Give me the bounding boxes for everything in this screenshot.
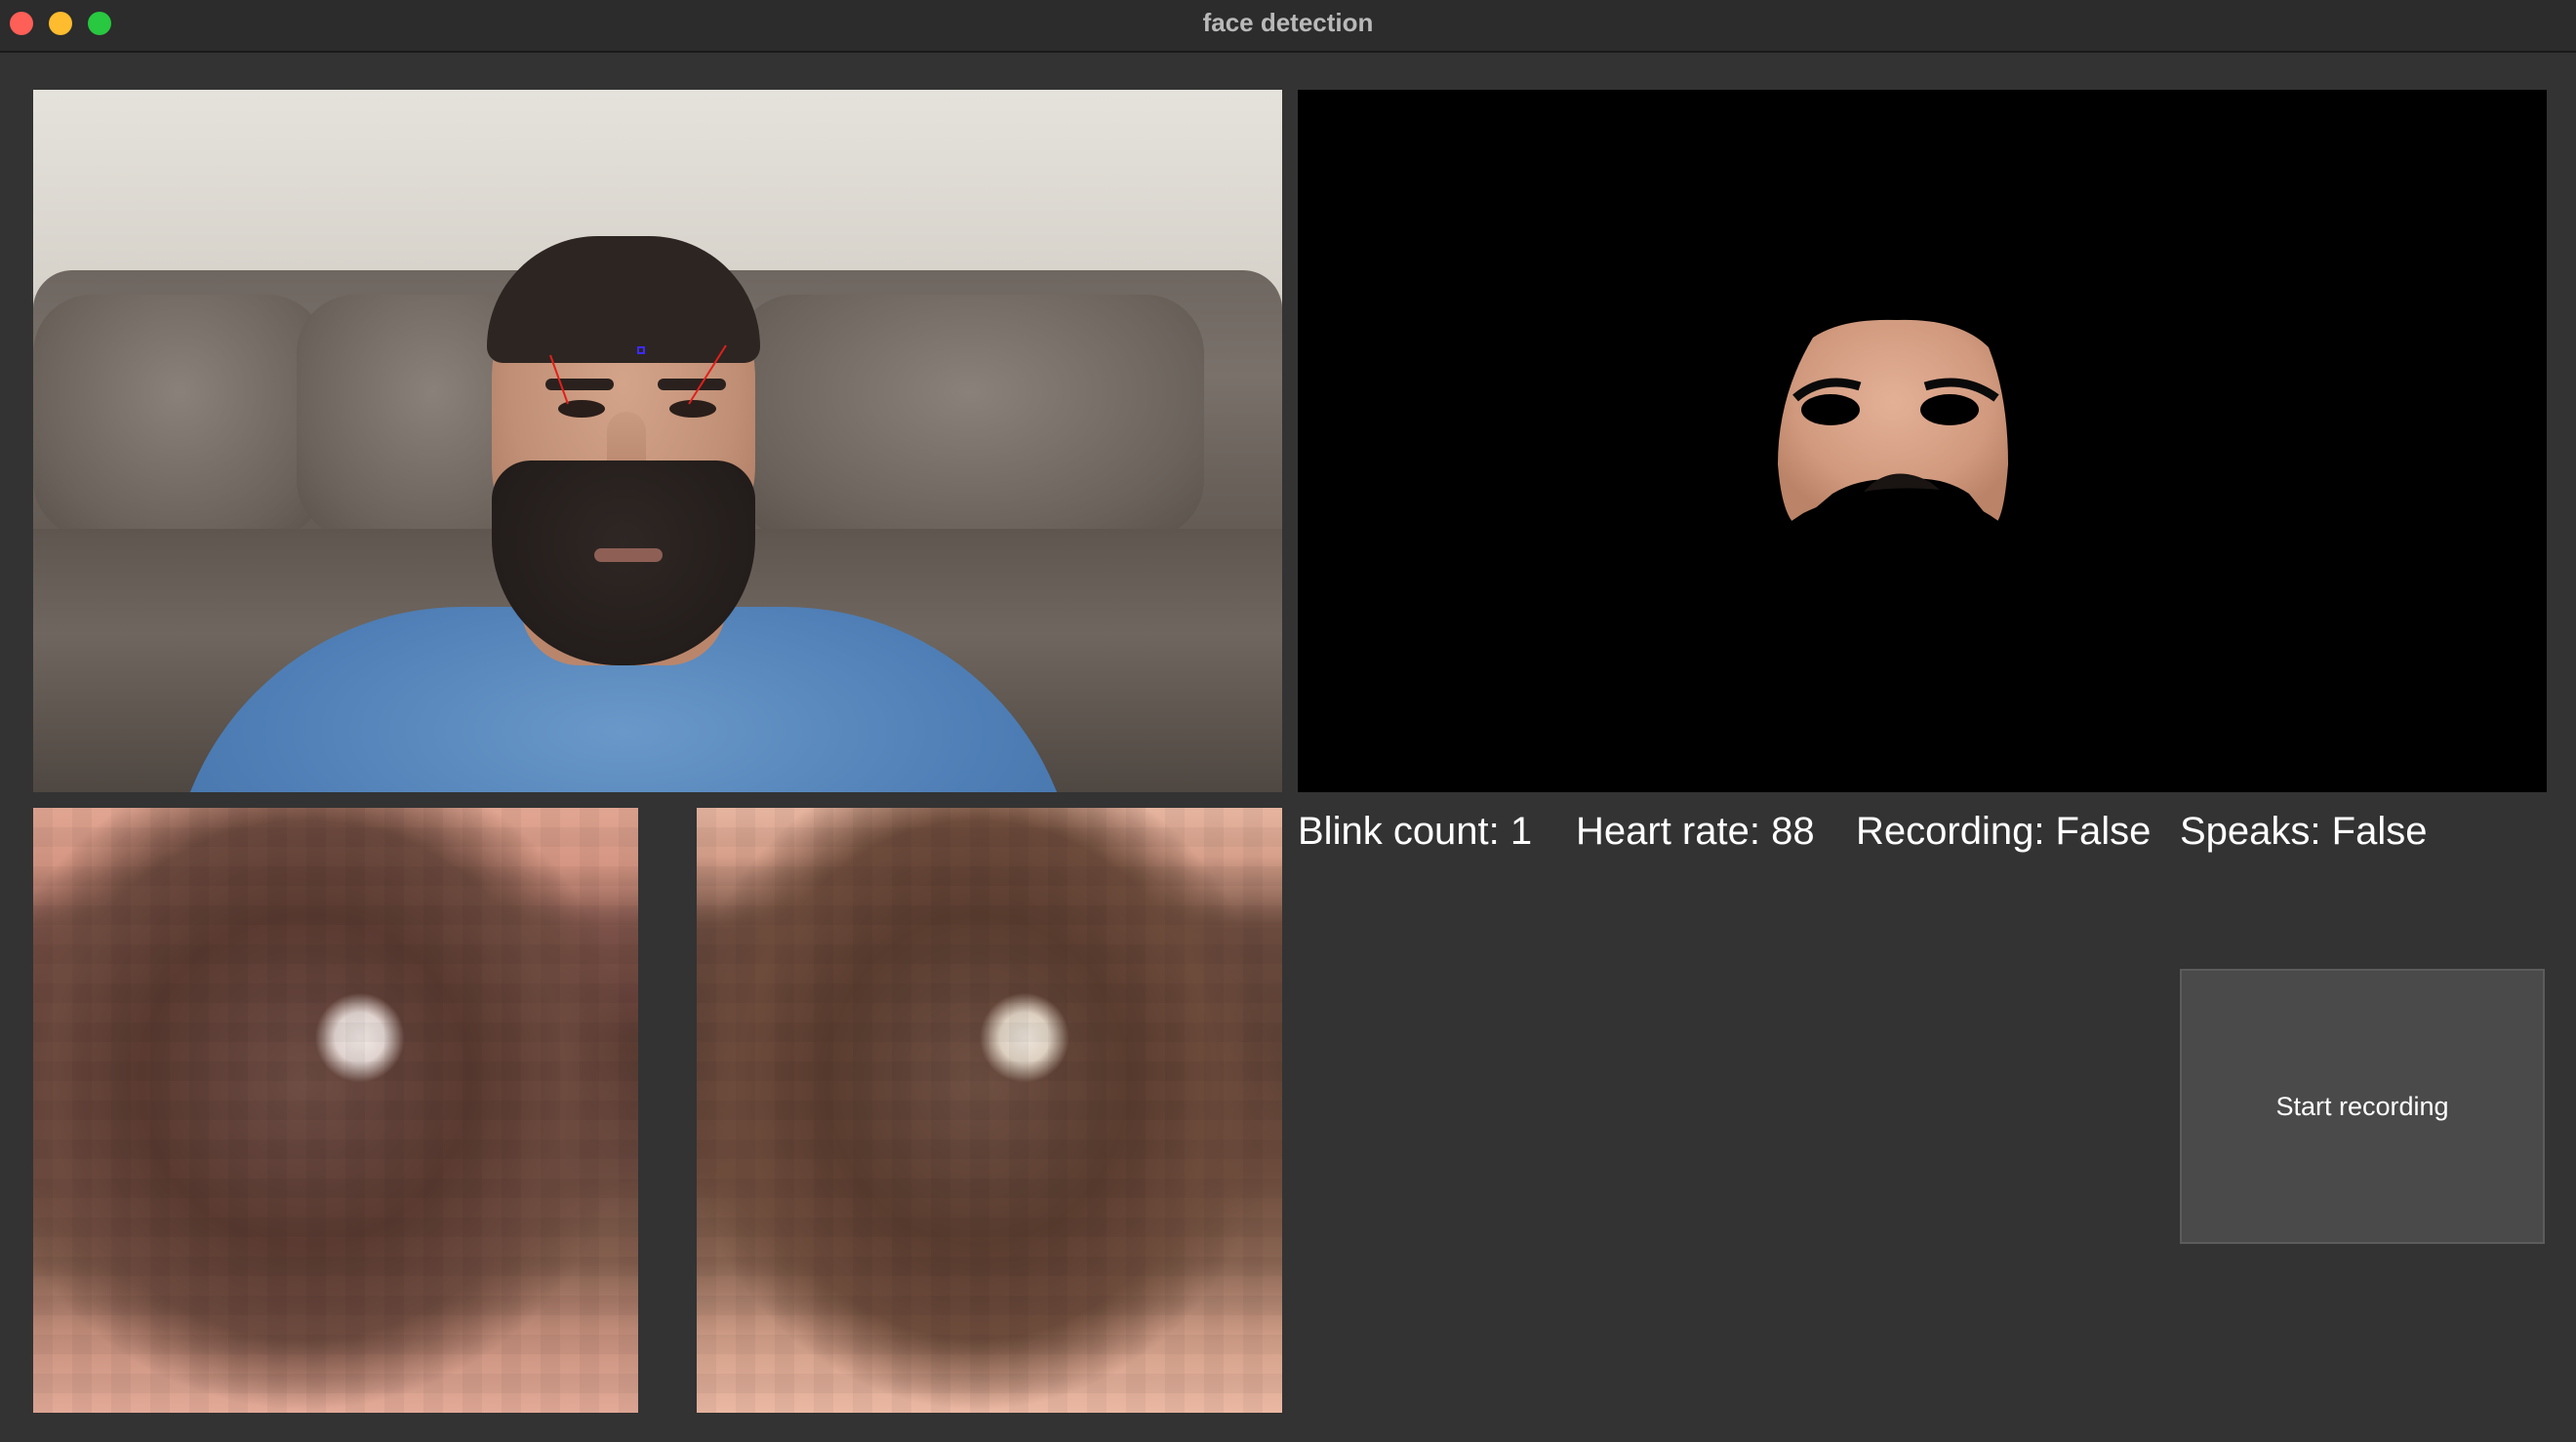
heart-rate-label: Heart rate: 88 [1576, 810, 1815, 853]
speaks-status-label: Speaks: False [2180, 810, 2428, 853]
window-title: face detection [1202, 8, 1374, 37]
camera-feed [33, 90, 1282, 792]
status-line: Blink count: 1 Heart rate: 88 Recording:… [1298, 802, 2547, 861]
pixel-grid-overlay [697, 808, 1282, 1413]
title-bar: face detection [0, 0, 2576, 53]
left-gaze-line [549, 354, 569, 405]
gaze-landmark-overlay [549, 344, 727, 405]
app-window: face detection Blink count: 1 Heart rate… [0, 0, 2576, 1442]
forehead-point [637, 346, 645, 354]
start-recording-button[interactable]: Start recording [2180, 969, 2545, 1244]
left-eye-closeup [33, 808, 638, 1413]
pixel-grid-overlay [33, 808, 638, 1413]
right-eye-closeup [697, 808, 1282, 1413]
right-gaze-line [688, 344, 727, 405]
face-mask-view [1298, 90, 2547, 792]
masked-face-image [1774, 319, 2020, 533]
blink-count-label: Blink count: 1 [1298, 810, 1533, 853]
recording-status-label: Recording: False [1856, 810, 2152, 853]
